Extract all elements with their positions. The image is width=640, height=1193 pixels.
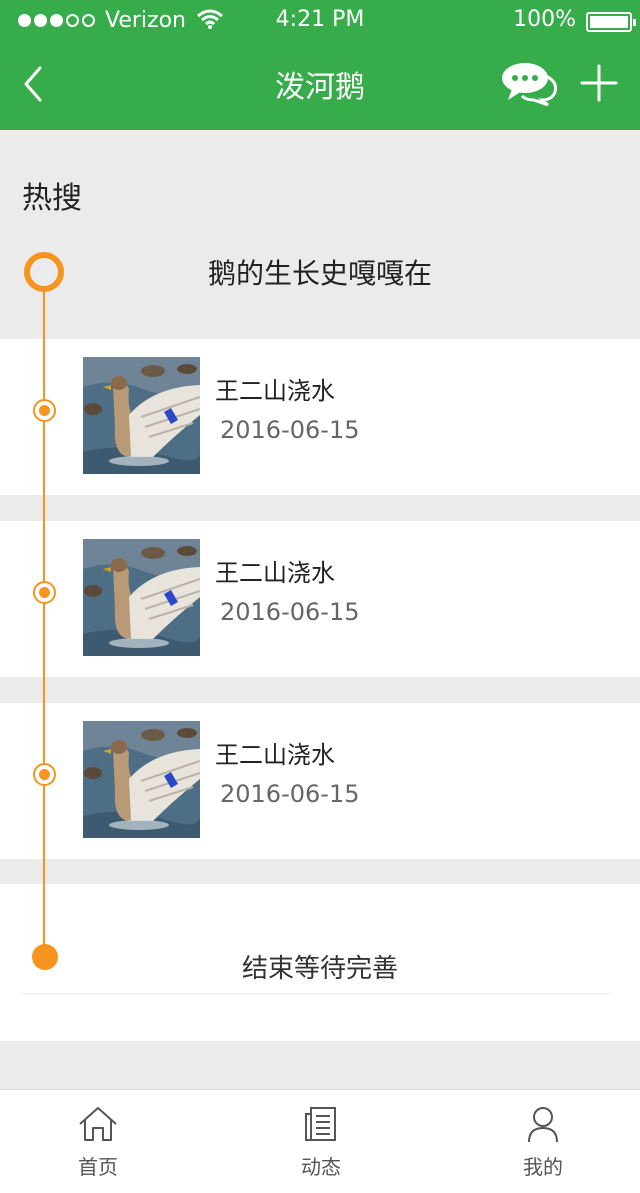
news-icon bbox=[305, 1107, 336, 1141]
timeline-header[interactable]: 鹅的生长史嘎嘎在 bbox=[0, 252, 640, 292]
end-text: 结束等待完善 bbox=[241, 954, 398, 984]
item-title: 王二山浇水 bbox=[215, 741, 335, 769]
timeline-end: 结束等待完善 bbox=[0, 884, 640, 1041]
divider bbox=[20, 993, 612, 994]
section-title: 热搜 bbox=[22, 181, 82, 216]
timeline-end-node bbox=[32, 944, 58, 970]
timeline-node bbox=[33, 763, 56, 786]
item-title: 王二山浇水 bbox=[215, 377, 335, 405]
user-icon bbox=[528, 1107, 558, 1143]
item-date: 2016-06-15 bbox=[220, 598, 360, 626]
timeline-node bbox=[33, 581, 56, 604]
battery-percentage: 100% bbox=[513, 7, 576, 32]
timeline-item[interactable]: 王二山浇水 2016-06-15 bbox=[0, 703, 640, 859]
status-bar: Verizon 4:21 PM 100% bbox=[0, 0, 640, 42]
item-date: 2016-06-15 bbox=[220, 416, 360, 444]
item-date: 2016-06-15 bbox=[220, 780, 360, 808]
tab-home[interactable]: 首页 bbox=[38, 1090, 158, 1193]
tab-news[interactable]: 动态 bbox=[261, 1090, 381, 1193]
item-title: 王二山浇水 bbox=[215, 559, 335, 587]
timeline-node bbox=[33, 399, 56, 422]
duck-thumbnail bbox=[83, 721, 200, 838]
home-icon bbox=[79, 1107, 117, 1141]
tab-label: 动态 bbox=[301, 1155, 341, 1179]
tab-bar: 首页 动态 我的 bbox=[0, 1089, 640, 1193]
tab-profile[interactable]: 我的 bbox=[483, 1090, 603, 1193]
chat-bubbles-icon[interactable] bbox=[500, 60, 560, 106]
timeline-item[interactable]: 王二山浇水 2016-06-15 bbox=[0, 521, 640, 677]
battery-icon bbox=[586, 12, 636, 32]
tab-label: 首页 bbox=[78, 1155, 118, 1179]
duck-thumbnail bbox=[83, 357, 200, 474]
timeline-start-node bbox=[24, 252, 64, 292]
timeline-item[interactable]: 王二山浇水 2016-06-15 bbox=[0, 339, 640, 495]
tab-label: 我的 bbox=[523, 1155, 563, 1179]
duck-thumbnail bbox=[83, 539, 200, 656]
plus-icon[interactable] bbox=[580, 64, 618, 102]
app-header: Verizon 4:21 PM 100% 泼河鹅 bbox=[0, 0, 640, 130]
timeline-line bbox=[43, 290, 45, 958]
